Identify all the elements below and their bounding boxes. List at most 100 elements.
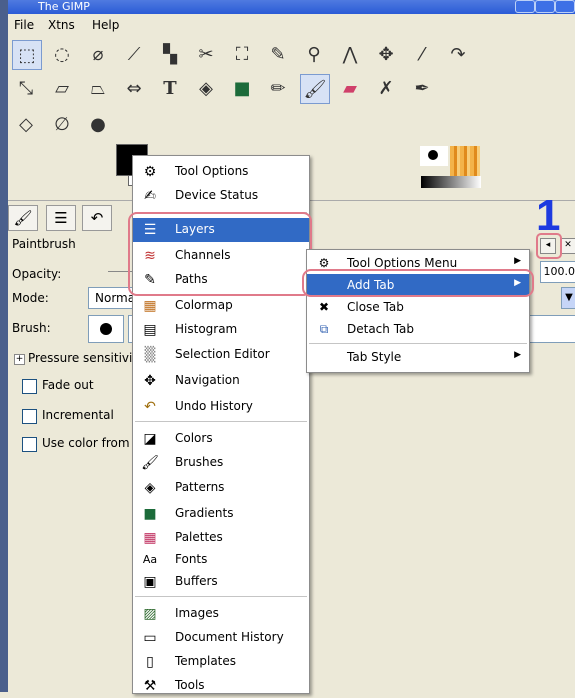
undo-tab-icon: ↶	[90, 209, 104, 227]
text-tool-icon[interactable]: T	[156, 74, 184, 102]
clone-icon[interactable]: ◇	[12, 110, 40, 138]
menu-xtns[interactable]: Xtns	[48, 18, 75, 32]
fuzzy-select-icon[interactable]: ⟋	[120, 40, 148, 68]
window-title: The GIMP	[38, 0, 90, 13]
menu-item-patterns[interactable]: ◈ Patterns	[133, 476, 309, 500]
menu-item-device-status[interactable]: ✍ Device Status	[133, 184, 309, 208]
menu-item-tool-options[interactable]: ⚙ Tool Options	[133, 160, 309, 184]
color-select-icon[interactable]: ▚	[156, 40, 184, 68]
eraser-icon[interactable]: ▰	[336, 74, 364, 102]
menu-item-undo-history[interactable]: ↶ Undo History	[133, 395, 309, 419]
tab-tool-options[interactable]: 🖌	[8, 205, 38, 231]
perspective-icon[interactable]: ⏢	[84, 74, 112, 102]
submenu-arrow-icon: ▶	[514, 256, 521, 266]
maximize-button[interactable]	[535, 0, 555, 13]
menu-item-histogram[interactable]: ▤ Histogram	[133, 318, 309, 342]
brush-label: Brush:	[12, 321, 51, 335]
device-status-icon: ✍	[144, 188, 156, 204]
menu-item-document-history[interactable]: ▭ Document History	[133, 626, 309, 650]
move-icon[interactable]: ✥	[372, 40, 400, 68]
expand-icon[interactable]: +	[14, 354, 25, 365]
ink-icon[interactable]: ✒	[408, 74, 436, 102]
gradient-preview[interactable]	[421, 176, 481, 188]
ellipse-select-icon[interactable]: ◌	[48, 40, 76, 68]
menu-item-colormap[interactable]: ▦ Colormap	[133, 294, 309, 318]
tab-layers[interactable]: ☰	[46, 205, 76, 231]
chevron-down-icon[interactable]: ▼	[561, 287, 575, 309]
menu-item-tools[interactable]: ⚒ Tools	[133, 674, 309, 698]
minimize-button[interactable]	[515, 0, 535, 13]
dodge-burn-icon[interactable]: ●	[84, 110, 112, 138]
pattern-preview[interactable]	[450, 146, 480, 176]
menu-item-detach-tab[interactable]: ⧉ Detach Tab	[307, 318, 529, 340]
step-number: 1	[536, 191, 561, 240]
buffers-icon: ▣	[143, 574, 157, 590]
paths-tool-icon[interactable]: ✎	[264, 40, 292, 68]
menu-item-images[interactable]: ▨ Images	[133, 602, 309, 626]
smudge-icon[interactable]: ∅	[48, 110, 76, 138]
colors-icon: ◪	[143, 431, 157, 447]
airbrush-icon[interactable]: ✗	[372, 74, 400, 102]
separator	[135, 596, 307, 597]
close-icon: ✖	[318, 300, 330, 314]
menu-item-palettes[interactable]: ▦ Palettes	[133, 526, 309, 550]
measure-icon[interactable]: ⋀	[336, 40, 364, 68]
patterns-icon: ◈	[144, 480, 156, 496]
menu-item-fonts[interactable]: Aa Fonts	[133, 548, 309, 572]
close-window-button[interactable]	[555, 0, 575, 13]
tool-options-icon: ⚙	[143, 164, 157, 180]
menu-bar: File Xtns Help	[8, 14, 575, 34]
images-icon: ▨	[143, 606, 157, 622]
flip-icon[interactable]: ⇔	[120, 74, 148, 102]
menu-item-gradients[interactable]: ■ Gradients	[133, 502, 309, 526]
menu-item-buffers[interactable]: ▣ Buffers	[133, 570, 309, 594]
menu-item-tab-style[interactable]: Tab Style ▶	[307, 346, 529, 368]
submenu-arrow-icon: ▶	[514, 350, 521, 360]
magnify-icon[interactable]: ⚲	[300, 40, 328, 68]
brush-selector[interactable]	[88, 315, 124, 343]
menu-item-brushes[interactable]: 🖌 Brushes	[133, 451, 309, 475]
separator	[309, 343, 527, 344]
menu-item-selection-editor[interactable]: ▒ Selection Editor	[133, 343, 309, 367]
crop-icon[interactable]: ⁄	[408, 40, 436, 68]
fonts-icon: Aa	[142, 553, 158, 566]
tab-undo[interactable]: ↶	[82, 205, 112, 231]
free-select-icon[interactable]: ⌀	[84, 40, 112, 68]
incremental-checkbox[interactable]	[22, 409, 37, 424]
foreground-select-icon[interactable]: ⛶	[228, 40, 256, 68]
fade-out-checkbox[interactable]	[22, 379, 37, 394]
window-frame	[0, 0, 8, 692]
blend-icon[interactable]: ■	[228, 74, 256, 102]
menu-item-navigation[interactable]: ✥ Navigation	[133, 369, 309, 393]
shear-icon[interactable]: ▱	[48, 74, 76, 102]
tools-icon: ⚒	[143, 678, 157, 694]
histogram-icon: ▤	[143, 322, 157, 338]
bucket-fill-icon[interactable]: ◈	[192, 74, 220, 102]
menu-file[interactable]: File	[14, 18, 34, 32]
paintbrush-tab-icon: 🖌	[13, 209, 33, 227]
palettes-icon: ▦	[143, 530, 157, 546]
undo-history-icon: ↶	[144, 399, 156, 415]
selection-editor-icon: ▒	[144, 347, 156, 363]
paintbrush-icon[interactable]: 🖌	[300, 74, 330, 104]
brush-name-field[interactable]	[528, 315, 575, 343]
brushes-icon: 🖌	[141, 455, 159, 471]
menu-item-close-tab[interactable]: ✖ Close Tab	[307, 296, 529, 318]
detach-icon: ⧉	[319, 322, 329, 336]
rect-select-icon[interactable]: ⬚	[12, 40, 42, 70]
menu-item-colors[interactable]: ◪ Colors	[133, 427, 309, 451]
document-history-icon: ▭	[143, 630, 157, 646]
opacity-value[interactable]: 100.0	[540, 261, 575, 283]
panel-title: Paintbrush	[12, 237, 76, 251]
close-dock-button[interactable]: ✕	[560, 238, 575, 254]
rotate-icon[interactable]: ↷	[444, 40, 472, 68]
navigation-icon: ✥	[144, 373, 156, 389]
pencil-icon[interactable]: ✏	[264, 74, 292, 102]
menu-help[interactable]: Help	[92, 18, 119, 32]
layers-tab-icon: ☰	[54, 209, 68, 227]
scissors-icon[interactable]: ✂	[192, 40, 220, 68]
scale-icon[interactable]: ⤡	[12, 74, 40, 102]
use-color-checkbox[interactable]	[22, 437, 37, 452]
separator	[135, 421, 307, 422]
menu-item-templates[interactable]: ▯ Templates	[133, 650, 309, 674]
